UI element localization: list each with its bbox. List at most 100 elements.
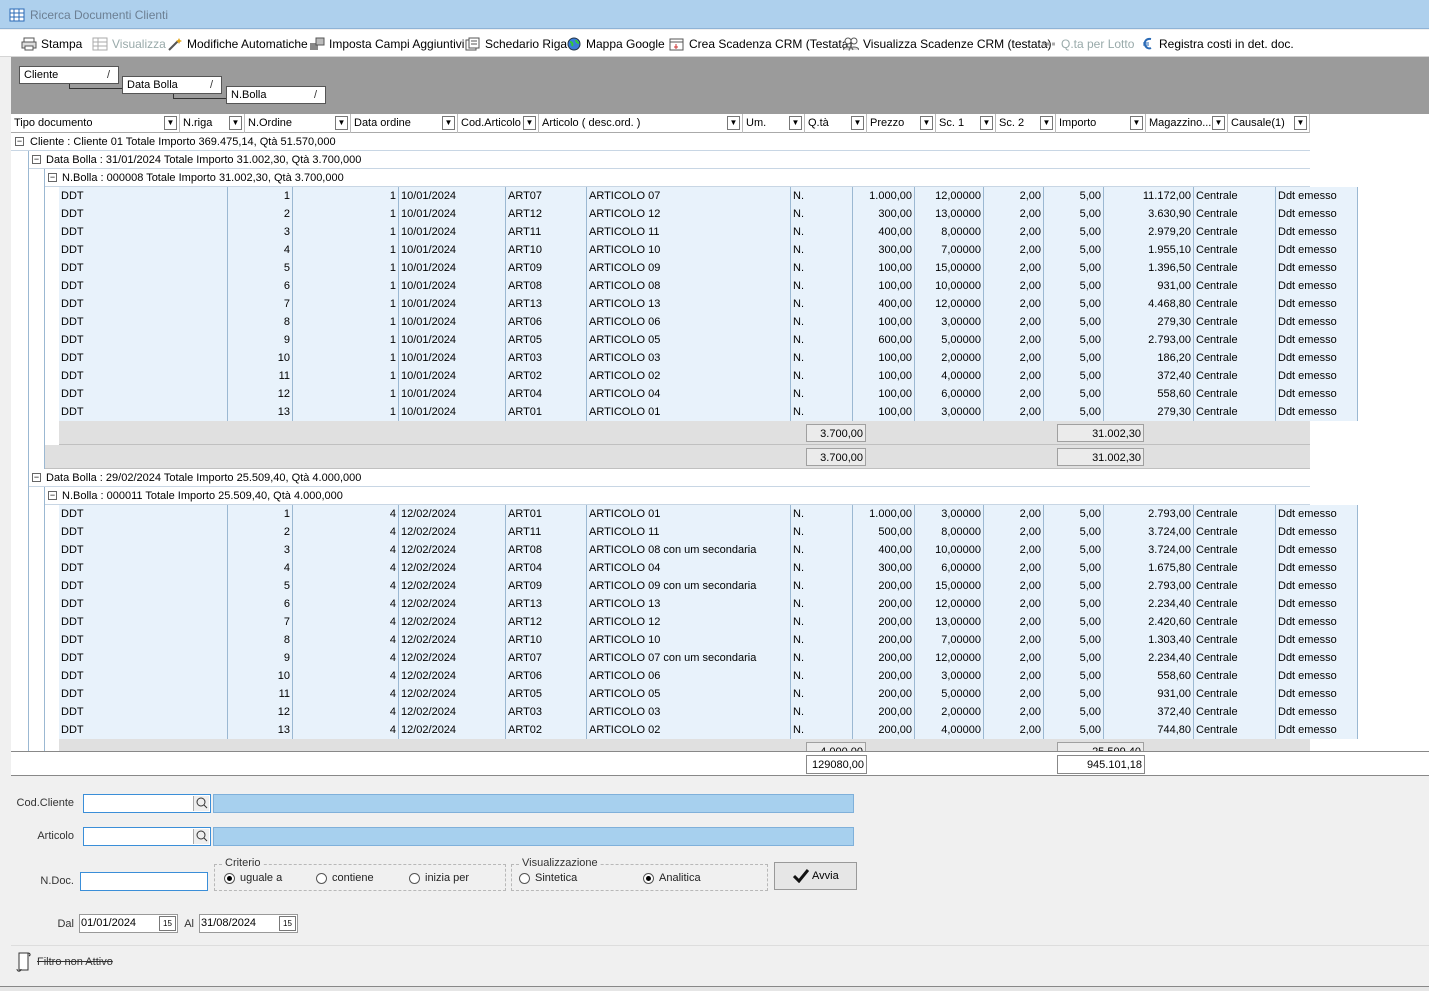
table-row[interactable]: DDT 7 1 10/01/2024 ART13 ARTICOLO 13 N. 400,00 1… xyxy=(59,295,1358,313)
cod-cliente-input[interactable] xyxy=(83,794,211,813)
n-doc-input[interactable] xyxy=(80,872,208,891)
modifiche-automatiche-button[interactable]: Modifiche Automatiche xyxy=(167,35,308,53)
column-header[interactable]: Articolo ( desc.ord. ) ▼ xyxy=(539,114,743,133)
group-chip-data-bolla[interactable]: Data Bolla / xyxy=(122,76,222,94)
table-row[interactable]: DDT 13 1 10/01/2024 ART01 ARTICOLO 01 N. 100,00… xyxy=(59,403,1358,421)
radio-uguale-a[interactable]: uguale a xyxy=(224,872,282,884)
column-header[interactable]: Causale(1) ▼ xyxy=(1228,114,1310,133)
visualizza-button[interactable]: Visualizza xyxy=(92,35,166,53)
avvia-button[interactable]: Avvia xyxy=(774,862,857,890)
table-row[interactable]: DDT 13 4 12/02/2024 ART02 ARTICOLO 02 N. 200,00… xyxy=(59,721,1358,739)
column-filter-dropdown-icon[interactable]: ▼ xyxy=(980,116,993,130)
group-row-data-bolla[interactable]: − Data Bolla : 31/01/2024 Totale Importo… xyxy=(29,151,1310,169)
column-header[interactable]: Importo ▼ xyxy=(1056,114,1146,133)
stampa-button[interactable]: Stampa xyxy=(21,35,82,53)
column-filter-dropdown-icon[interactable]: ▼ xyxy=(789,116,802,130)
table-row[interactable]: DDT 10 4 12/02/2024 ART06 ARTICOLO 06 N. 200,00… xyxy=(59,667,1358,685)
table-row[interactable]: DDT 1 1 10/01/2024 ART07 ARTICOLO 07 N. 1.000,0… xyxy=(59,187,1358,205)
table-cell: Ddt emesso xyxy=(1276,367,1358,385)
people-icon xyxy=(843,37,859,51)
column-header[interactable]: N.Ordine ▼ xyxy=(245,114,351,133)
qta-per-lotto-button[interactable]: Q.ta per Lotto xyxy=(1041,35,1134,53)
radio-contiene[interactable]: contiene xyxy=(316,872,374,884)
table-row[interactable]: DDT 4 1 10/01/2024 ART10 ARTICOLO 10 N. 300,00 7… xyxy=(59,241,1358,259)
column-filter-dropdown-icon[interactable]: ▼ xyxy=(1294,116,1307,130)
articolo-input[interactable] xyxy=(83,827,211,846)
column-filter-dropdown-icon[interactable]: ▼ xyxy=(523,116,536,130)
column-filter-dropdown-icon[interactable]: ▼ xyxy=(164,116,177,130)
calendar-icon[interactable]: 15 xyxy=(159,916,176,931)
collapse-icon[interactable]: − xyxy=(48,173,57,182)
column-filter-dropdown-icon[interactable]: ▼ xyxy=(335,116,348,130)
table-row[interactable]: DDT 12 1 10/01/2024 ART04 ARTICOLO 04 N. 100,00… xyxy=(59,385,1358,403)
table-row[interactable]: DDT 11 4 12/02/2024 ART05 ARTICOLO 05 N. 200,00… xyxy=(59,685,1358,703)
column-filter-dropdown-icon[interactable]: ▼ xyxy=(1212,116,1225,130)
table-row[interactable]: DDT 9 1 10/01/2024 ART05 ARTICOLO 05 N. 600,00 5… xyxy=(59,331,1358,349)
table-row[interactable]: DDT 10 1 10/01/2024 ART03 ARTICOLO 03 N. 100,00… xyxy=(59,349,1358,367)
mappa-google-button[interactable]: Mappa Google xyxy=(566,35,665,53)
table-row[interactable]: DDT 5 1 10/01/2024 ART09 ARTICOLO 09 N. 100,00 1… xyxy=(59,259,1358,277)
collapse-icon[interactable]: − xyxy=(32,155,41,164)
al-date-input[interactable]: 31/08/2024 15 xyxy=(199,914,298,933)
crea-scadenza-crm-button[interactable]: Crea Scadenza CRM (Testata) xyxy=(669,35,852,53)
table-row[interactable]: DDT 9 4 12/02/2024 ART07 ARTICOLO 07 con um s… xyxy=(59,649,1358,667)
radio-analitica[interactable]: Analitica xyxy=(643,872,701,884)
filter-scroll-icon[interactable] xyxy=(16,951,32,973)
column-header[interactable]: Sc. 1 ▼ xyxy=(936,114,996,133)
group-row-data-bolla[interactable]: − Data Bolla : 29/02/2024 Totale Importo… xyxy=(29,469,1310,487)
table-row[interactable]: DDT 4 4 12/02/2024 ART04 ARTICOLO 04 N. 300,00 6… xyxy=(59,559,1358,577)
table-cell: 3 xyxy=(228,541,293,559)
imposta-campi-button[interactable]: Imposta Campi Aggiuntivi xyxy=(309,35,464,53)
column-filter-dropdown-icon[interactable]: ▼ xyxy=(442,116,455,130)
collapse-icon[interactable]: − xyxy=(15,137,24,146)
column-header[interactable]: N.riga ▼ xyxy=(180,114,245,133)
column-filter-dropdown-icon[interactable]: ▼ xyxy=(1040,116,1053,130)
table-row[interactable]: DDT 6 4 12/02/2024 ART13 ARTICOLO 13 N. 200,00 1… xyxy=(59,595,1358,613)
table-row[interactable]: DDT 2 4 12/02/2024 ART11 ARTICOLO 11 N. 500,00 8… xyxy=(59,523,1358,541)
collapse-icon[interactable]: − xyxy=(48,491,57,500)
table-cell: ARTICOLO 06 xyxy=(587,313,791,331)
table-cell: 2,00 xyxy=(984,685,1044,703)
column-filter-dropdown-icon[interactable]: ▼ xyxy=(920,116,933,130)
table-row[interactable]: DDT 8 4 12/02/2024 ART10 ARTICOLO 10 N. 200,00 7… xyxy=(59,631,1358,649)
column-header[interactable]: Magazzino... ▼ xyxy=(1146,114,1228,133)
column-filter-dropdown-icon[interactable]: ▼ xyxy=(1130,116,1143,130)
dal-date-input[interactable]: 01/01/2024 15 xyxy=(79,914,178,933)
lookup-icon[interactable] xyxy=(193,829,209,844)
collapse-icon[interactable]: − xyxy=(32,473,41,482)
column-header[interactable]: Um. ▼ xyxy=(743,114,805,133)
column-header[interactable]: Prezzo ▼ xyxy=(867,114,936,133)
group-chip-n-bolla[interactable]: N.Bolla / xyxy=(226,86,326,104)
table-row[interactable]: DDT 7 4 12/02/2024 ART12 ARTICOLO 12 N. 200,00 1… xyxy=(59,613,1358,631)
group-chip-cliente[interactable]: Cliente / xyxy=(19,66,119,84)
column-header[interactable]: Data ordine ▼ xyxy=(351,114,458,133)
table-row[interactable]: DDT 12 4 12/02/2024 ART03 ARTICOLO 03 N. 200,00… xyxy=(59,703,1358,721)
table-row[interactable]: DDT 5 4 12/02/2024 ART09 ARTICOLO 09 con um s… xyxy=(59,577,1358,595)
group-row-n-bolla[interactable]: − N.Bolla : 000008 Totale Importo 31.002… xyxy=(45,169,1310,187)
column-header[interactable]: Sc. 2 ▼ xyxy=(996,114,1056,133)
radio-sintetica[interactable]: Sintetica xyxy=(519,872,577,884)
calendar-icon[interactable]: 15 xyxy=(279,916,296,931)
column-filter-dropdown-icon[interactable]: ▼ xyxy=(229,116,242,130)
table-row[interactable]: DDT 1 4 12/02/2024 ART01 ARTICOLO 01 N. 1.000,0… xyxy=(59,505,1358,523)
column-header[interactable]: Q.tà ▼ xyxy=(805,114,867,133)
column-filter-dropdown-icon[interactable]: ▼ xyxy=(727,116,740,130)
table-row[interactable]: DDT 6 1 10/01/2024 ART08 ARTICOLO 08 N. 100,00 1… xyxy=(59,277,1358,295)
table-row[interactable]: DDT 3 1 10/01/2024 ART11 ARTICOLO 11 N. 400,00 8… xyxy=(59,223,1358,241)
visualizza-scadenze-crm-button[interactable]: Visualizza Scadenze CRM (testata) xyxy=(843,35,1052,53)
registra-costi-button[interactable]: Registra costi in det. doc. xyxy=(1141,35,1294,53)
radio-inizia-per[interactable]: inizia per xyxy=(409,872,469,884)
table-cell: 5,00 xyxy=(1044,505,1104,523)
column-filter-dropdown-icon[interactable]: ▼ xyxy=(851,116,864,130)
group-row-cliente[interactable]: − Cliente : Cliente 01 Totale Importo 36… xyxy=(11,133,1310,151)
table-row[interactable]: DDT 11 1 10/01/2024 ART02 ARTICOLO 02 N. 100,00… xyxy=(59,367,1358,385)
table-row[interactable]: DDT 2 1 10/01/2024 ART12 ARTICOLO 12 N. 300,00 1… xyxy=(59,205,1358,223)
schedario-riga-button[interactable]: Schedario Riga xyxy=(465,35,567,53)
group-row-n-bolla[interactable]: − N.Bolla : 000011 Totale Importo 25.509… xyxy=(45,487,1310,505)
table-row[interactable]: DDT 3 4 12/02/2024 ART08 ARTICOLO 08 con um s… xyxy=(59,541,1358,559)
table-row[interactable]: DDT 8 1 10/01/2024 ART06 ARTICOLO 06 N. 100,00 3… xyxy=(59,313,1358,331)
lookup-icon[interactable] xyxy=(193,796,209,811)
column-header[interactable]: Cod.Articolo ▼ xyxy=(458,114,539,133)
column-header[interactable]: Tipo documento ▼ xyxy=(11,114,180,133)
table-cell: DDT xyxy=(59,223,228,241)
